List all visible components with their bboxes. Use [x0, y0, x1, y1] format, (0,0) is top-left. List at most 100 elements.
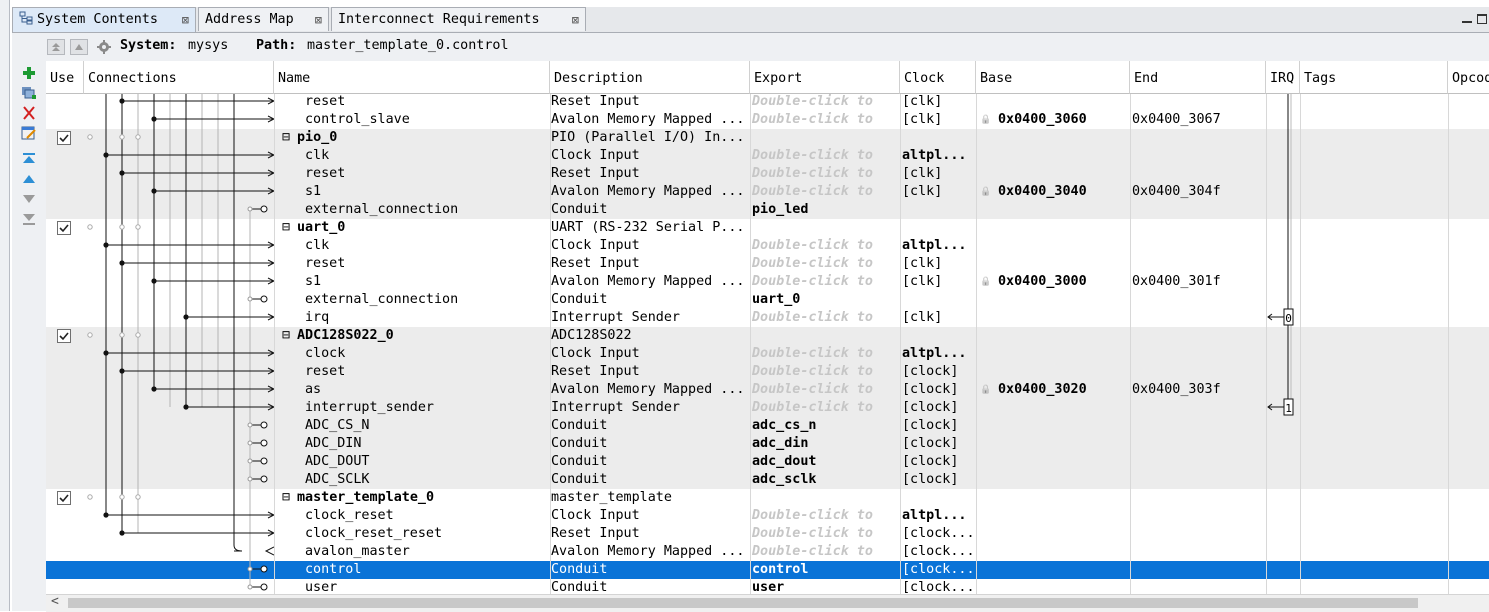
checkmark-icon: [59, 224, 69, 233]
close-icon[interactable]: ⊠: [315, 8, 322, 32]
component-name: uart_0: [297, 220, 346, 235]
maximize-icon[interactable]: [1476, 13, 1488, 25]
remove-icon[interactable]: [20, 105, 38, 121]
up-arrow-icon: [75, 44, 83, 50]
description-cell: Avalon Memory Mapped ...: [551, 184, 745, 199]
scroll-left-icon[interactable]: <: [51, 594, 59, 609]
move-to-top-icon[interactable]: [20, 151, 38, 167]
use-checkbox[interactable]: [57, 491, 71, 505]
column-header-use[interactable]: Use: [46, 61, 84, 94]
master-arrow-icon: [264, 546, 274, 556]
connections-diagram[interactable]: [84, 94, 274, 594]
move-down-icon[interactable]: [20, 191, 38, 207]
export-placeholder: Double-click to: [752, 346, 873, 361]
clock-cell: [clk]: [902, 166, 943, 181]
path-bar: System: mysys Path: master_template_0.co…: [12, 33, 1489, 62]
column-header-clock[interactable]: Clock: [900, 61, 976, 94]
irq-diagram[interactable]: 01: [1266, 94, 1300, 594]
open-node: [119, 494, 125, 500]
tab-label: Interconnect Requirements: [338, 12, 540, 27]
clock-cell: [clk]: [902, 184, 943, 199]
open-node: [119, 134, 125, 140]
edit-icon[interactable]: [20, 125, 38, 141]
close-icon[interactable]: ⊠: [182, 8, 189, 32]
window-controls: [1459, 10, 1489, 28]
tab-address-map[interactable]: Address Map ⊠: [198, 7, 329, 31]
move-to-bottom-icon[interactable]: [20, 211, 38, 227]
description-cell: Conduit: [551, 562, 608, 577]
column-header-description[interactable]: Description: [550, 61, 750, 94]
use-checkbox[interactable]: [57, 329, 71, 343]
column-header-opcode[interactable]: Opcode: [1448, 61, 1489, 94]
collapse-toggle-icon[interactable]: ⊟: [282, 219, 296, 237]
export-placeholder: Double-click to: [752, 274, 873, 289]
collapse-toggle-icon[interactable]: ⊟: [282, 327, 296, 345]
export-name: control: [752, 562, 809, 577]
horizontal-scrollbar[interactable]: <: [46, 594, 1489, 612]
interface-name: external_connection: [305, 292, 459, 307]
column-header-base[interactable]: Base: [976, 61, 1130, 94]
connection-node: [247, 296, 253, 302]
close-icon[interactable]: ⊠: [572, 8, 579, 32]
tab-label: System Contents: [37, 12, 158, 27]
move-up-icon[interactable]: [20, 171, 38, 187]
clock-cell: [clock...: [902, 526, 975, 541]
open-node: [87, 332, 93, 338]
lock-icon[interactable]: 🔒: [980, 381, 992, 399]
export-placeholder: Double-click to: [752, 238, 873, 253]
add-icon[interactable]: [20, 65, 38, 81]
column-header-irq[interactable]: IRQ: [1266, 61, 1300, 94]
irq-number: 1: [1285, 402, 1292, 415]
clock-cell: [clk]: [902, 256, 943, 271]
export-placeholder: Double-click to: [752, 508, 873, 523]
export-name: [752, 489, 898, 507]
connection-dot: [103, 350, 109, 356]
navigate-top-button[interactable]: [47, 39, 65, 55]
end-address: 0x0400_3067: [1132, 112, 1221, 127]
add-hierarchy-icon[interactable]: [20, 85, 38, 101]
system-name: mysys: [188, 38, 229, 53]
column-header-connections[interactable]: Connections: [84, 61, 274, 94]
open-node: [87, 134, 93, 140]
connection-dot: [151, 116, 157, 122]
system-gear-icon: [97, 40, 111, 54]
column-header-export[interactable]: Export: [750, 61, 900, 94]
tab-system-contents[interactable]: System Contents ⊠: [12, 7, 196, 32]
connection-dot: [119, 368, 125, 374]
collapse-toggle-icon[interactable]: ⊟: [282, 489, 296, 507]
column-header-end[interactable]: End: [1130, 61, 1266, 94]
minimize-icon[interactable]: [1461, 13, 1473, 25]
description-cell: Reset Input: [551, 256, 640, 271]
interface-name: clock_reset: [305, 508, 394, 523]
connection-dot: [119, 260, 125, 266]
clock-cell: [clock]: [902, 382, 959, 397]
clock-cell: [902, 219, 975, 237]
lock-icon[interactable]: 🔒: [980, 183, 992, 201]
export-placeholder: Double-click to: [752, 166, 873, 181]
clock-cell: [clk]: [902, 310, 943, 325]
description-cell: Conduit: [551, 472, 608, 487]
tab-interconnect-requirements[interactable]: Interconnect Requirements ⊠: [331, 7, 586, 31]
clock-cell: [902, 489, 975, 507]
clock-cell: [clk]: [902, 94, 943, 109]
interface-name: ADC_DOUT: [305, 454, 370, 469]
export-placeholder: Double-click to: [752, 364, 873, 379]
description-cell: Clock Input: [551, 238, 640, 253]
open-node: [135, 494, 141, 500]
scrollbar-thumb[interactable]: [68, 598, 1418, 608]
column-header-name[interactable]: Name: [274, 61, 550, 94]
collapse-toggle-icon[interactable]: ⊟: [282, 129, 296, 147]
interface-name: control: [305, 562, 362, 577]
column-header-tags[interactable]: Tags: [1300, 61, 1448, 94]
description-cell: Avalon Memory Mapped ...: [551, 274, 745, 289]
interface-name: reset: [305, 94, 346, 109]
connection-dot: [103, 242, 109, 248]
use-checkbox[interactable]: [57, 221, 71, 235]
description-cell: Conduit: [551, 418, 608, 433]
lock-icon[interactable]: 🔒: [980, 273, 992, 291]
use-checkbox[interactable]: [57, 131, 71, 145]
navigate-up-button[interactable]: [70, 39, 88, 55]
export-placeholder: Double-click to: [752, 112, 873, 127]
checkmark-icon: [59, 332, 69, 341]
lock-icon[interactable]: 🔒: [980, 111, 992, 129]
